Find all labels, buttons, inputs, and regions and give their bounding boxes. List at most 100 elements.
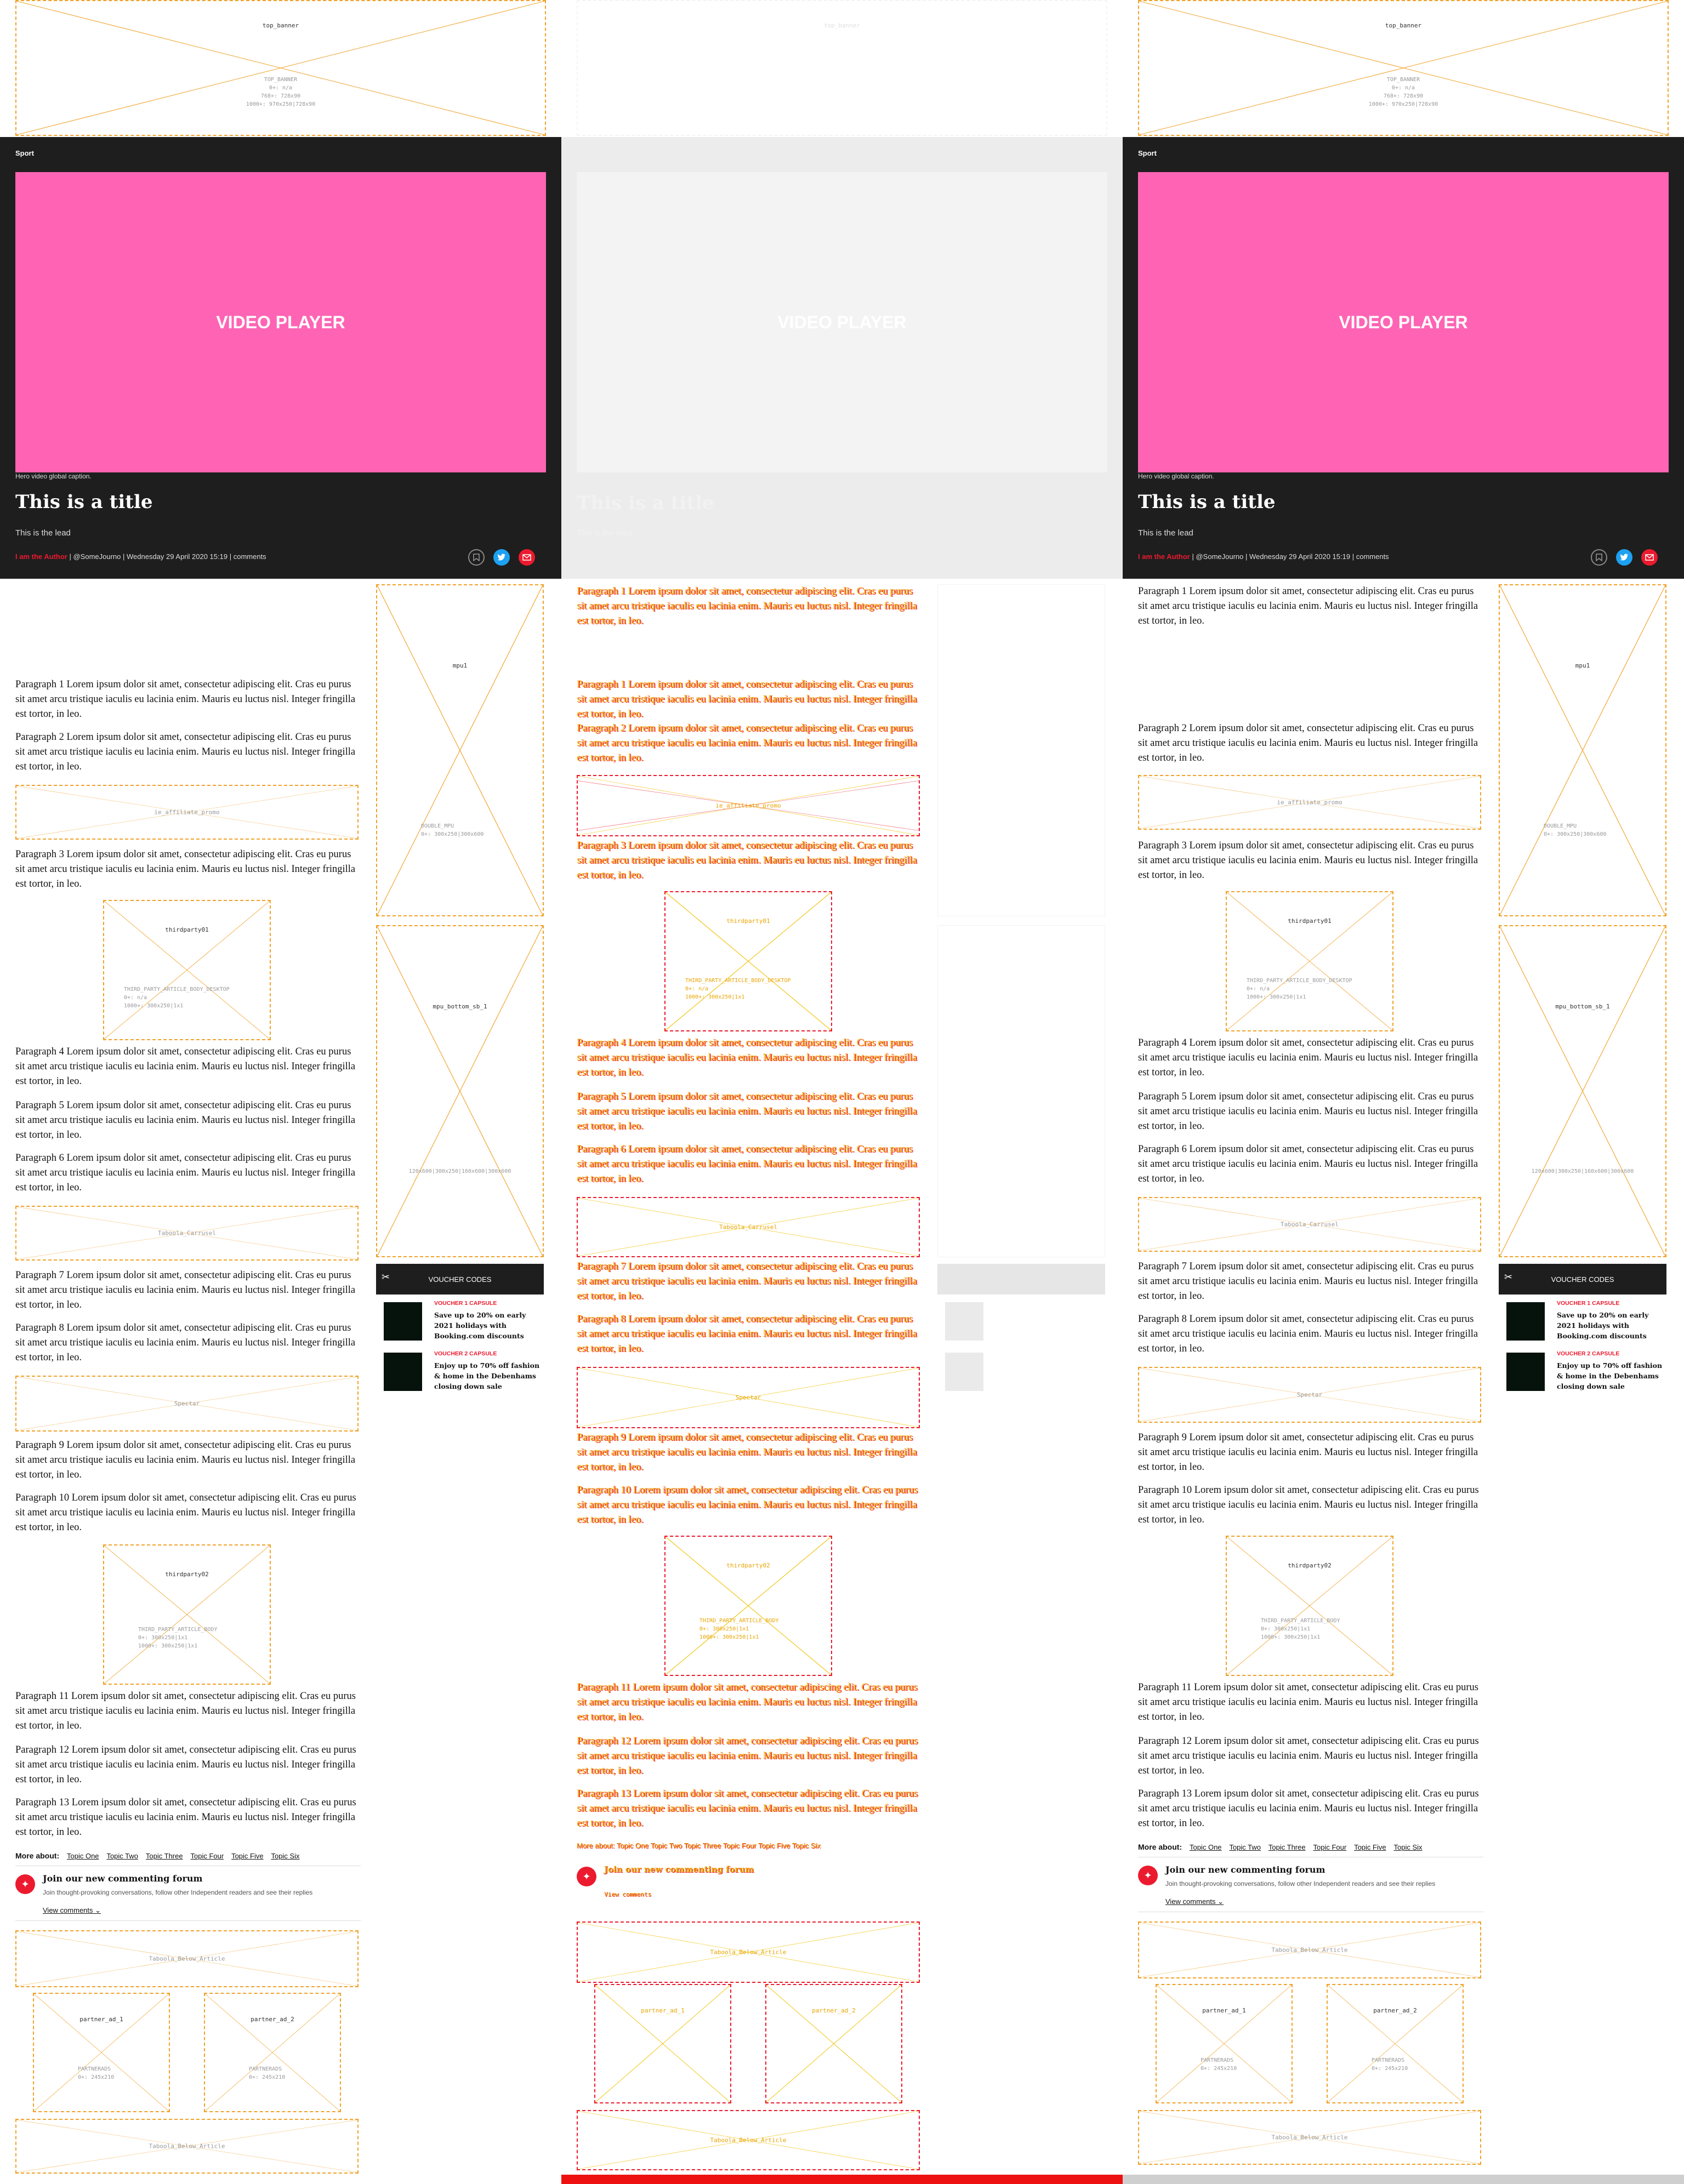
ad-taboola-below-article-2[interactable]: Taboola_Below_Article <box>1138 2110 1481 2165</box>
paragraph: Paragraph 5 Lorem ipsum dolor sit amet, … <box>1138 1091 1478 1132</box>
ad-taboola-below-2-diff: Taboola_Below_Article <box>577 2110 920 2170</box>
ad-top-banner[interactable]: top_banner TOP_BANNER 0+: n/a 768+: 728x… <box>1138 0 1669 136</box>
ad-mpu1[interactable]: mpu1 DOUBLE_MPU 0+: 300x250|300x600 <box>376 584 544 916</box>
paragraph: Paragraph 10 Lorem ipsum dolor sit amet,… <box>15 1492 356 1533</box>
twitter-icon[interactable] <box>1616 549 1632 566</box>
comments-link[interactable]: comments <box>234 552 266 561</box>
voucher-thumb-ghost <box>945 1353 983 1391</box>
ad-thirdparty01-diff: thirdparty01 THIRD_PARTY_ARTICLE_BODY_DE… <box>664 891 832 1031</box>
email-icon[interactable] <box>1641 549 1658 566</box>
author-link[interactable]: I am the Author <box>15 552 67 561</box>
ad-thirdparty02[interactable]: thirdparty02 THIRD_PARTY_ARTICLE_BODY 0+… <box>1226 1536 1393 1676</box>
email-icon[interactable] <box>519 549 535 566</box>
view-comments-button[interactable]: View comments ⌄ <box>43 1906 101 1915</box>
section-label[interactable]: Sport <box>15 149 34 157</box>
article-title: This is a title <box>1138 491 1276 513</box>
ad-slot-name: Taboola_Carrusel <box>719 1223 777 1231</box>
ad-slot-name: ie_affiliate_promo <box>1277 799 1342 806</box>
placeholder-cross-icon <box>595 1985 730 2102</box>
paragraph-diff: Paragraph 7 Lorem ipsum dolor sit amet, … <box>577 1261 917 1302</box>
topic-link[interactable]: Topic Five <box>1354 1843 1386 1851</box>
ad-partner-2[interactable]: partner_ad_2 PARTNERADS 0+: 245x210 <box>204 1993 341 2112</box>
placeholder-cross-icon <box>377 585 543 915</box>
ad-mpu-bottom-sb-1[interactable]: mpu_bottom_sb_1 120x600|300x250|160x600|… <box>376 925 544 1257</box>
comments-link[interactable]: comments <box>1356 552 1389 561</box>
topic-link[interactable]: Topic One <box>1190 1843 1222 1851</box>
topic-link[interactable]: Topic Three <box>146 1852 183 1860</box>
ad-slot-info: TOP_BANNER 0+: n/a 768+: 728x90 1000+: 9… <box>1368 77 1438 107</box>
ad-slot-info: THIRD_PARTY_ARTICLE_BODY 0+: 300x250|1x1… <box>1261 1618 1340 1640</box>
article-title: This is a title <box>15 491 153 513</box>
view-comments-button[interactable]: View comments ⌄ <box>1165 1897 1224 1906</box>
voucher-item[interactable]: VOUCHER 2 CAPSULE Enjoy up to 70% off fas… <box>1499 1347 1666 1394</box>
paragraph: Paragraph 1 Lorem ipsum dolor sit amet, … <box>15 679 356 720</box>
paragraph: Paragraph 6 Lorem ipsum dolor sit amet, … <box>1138 1144 1478 1184</box>
topic-link[interactable]: Topic Four <box>1313 1843 1346 1851</box>
topic-link[interactable]: Topic Six <box>1394 1843 1423 1851</box>
ad-slot-name: top_banner <box>823 22 861 29</box>
ad-taboola-carousel[interactable]: Taboola_Carrusel <box>1138 1197 1481 1252</box>
ad-taboola-below-diff: Taboola_Below_Article <box>577 1921 920 1983</box>
ad-partner-1[interactable]: partner_ad_1 PARTNERADS 0+: 245x210 <box>1156 1984 1293 2103</box>
ad-taboola-carousel[interactable]: Taboola_Carrusel <box>15 1206 359 1261</box>
ad-partner-2[interactable]: partner_ad_2 PARTNERADS 0+: 245x210 <box>1327 1984 1464 2103</box>
article-title-ghost: This is a title <box>577 492 714 514</box>
ad-thirdparty01[interactable]: thirdparty01 THIRD_PARTY_ARTICLE_BODY_DE… <box>1226 891 1393 1031</box>
forum-view-diff: View comments <box>604 1891 652 1898</box>
paragraph: Paragraph 13 Lorem ipsum dolor sit amet,… <box>1138 1788 1479 1829</box>
ad-spectar[interactable]: Spectar <box>15 1376 359 1432</box>
topic-link[interactable]: Topic Three <box>1268 1843 1306 1851</box>
ad-mpu-bottom-sb-1[interactable]: mpu_bottom_sb_1 120x600|300x250|160x600|… <box>1499 925 1666 1257</box>
video-player[interactable]: VIDEO PLAYER <box>15 172 546 472</box>
ad-thirdparty02[interactable]: thirdparty02 THIRD_PARTY_ARTICLE_BODY 0+… <box>103 1544 271 1685</box>
paragraph: Paragraph 11 Lorem ipsum dolor sit amet,… <box>15 1691 356 1731</box>
twitter-icon[interactable] <box>493 549 510 566</box>
ad-slot-name: partner_ad_2 <box>1373 2007 1417 2014</box>
ad-partner-1[interactable]: partner_ad_1 PARTNERADS 0+: 245x210 <box>33 1993 170 2112</box>
ad-taboola-below-article[interactable]: Taboola_Below_Article <box>15 1930 359 1987</box>
author-handle[interactable]: @SomeJourno <box>73 552 121 561</box>
ad-top-banner[interactable]: top_banner TOP_BANNER 0+: n/a 768+: 728x… <box>15 0 546 136</box>
paragraph-diff: Paragraph 2 Lorem ipsum dolor sit amet, … <box>577 723 917 763</box>
topic-link[interactable]: Topic Four <box>190 1852 224 1860</box>
topic-link[interactable]: Topic One <box>67 1852 99 1860</box>
placeholder-cross-icon <box>1500 926 1665 1256</box>
diff-indicator-bar <box>1123 2175 1684 2184</box>
section-label[interactable]: Sport <box>1138 149 1157 157</box>
author-handle[interactable]: @SomeJourno <box>1196 552 1243 561</box>
ad-affiliate-promo[interactable]: ie_affiliate_promo <box>15 785 359 840</box>
forum-title: Join our new commenting forum <box>43 1873 203 1884</box>
ad-slot-name: Taboola_Below_Article <box>710 1948 787 1956</box>
topic-link[interactable]: Topic Two <box>1229 1843 1261 1851</box>
voucher-codes-header: ✂ VOUCHER CODES <box>376 1264 544 1295</box>
ad-slot-name: top_banner <box>1385 22 1422 29</box>
ad-affiliate-promo[interactable]: ie_affiliate_promo <box>1138 775 1481 830</box>
bookmark-icon[interactable] <box>1591 549 1607 566</box>
paragraph: Paragraph 2 Lorem ipsum dolor sit amet, … <box>1138 723 1478 763</box>
ad-taboola-below-article[interactable]: Taboola_Below_Article <box>1138 1921 1481 1978</box>
paragraph: Paragraph 3 Lorem ipsum dolor sit amet, … <box>15 849 356 889</box>
placeholder-cross-icon <box>766 1985 901 2102</box>
topic-link[interactable]: Topic Five <box>231 1852 264 1860</box>
ad-thirdparty01[interactable]: thirdparty01 THIRD_PARTY_ARTICLE_BODY_DE… <box>103 900 271 1040</box>
author-link[interactable]: I am the Author <box>1138 552 1190 561</box>
voucher-item[interactable]: VOUCHER 1 CAPSULE Save up to 20% on early… <box>376 1297 544 1344</box>
ad-spectar[interactable]: Spectar <box>1138 1367 1481 1423</box>
ad-slot-name: mpu_bottom_sb_1 <box>1555 1003 1610 1010</box>
bookmark-icon[interactable] <box>468 549 485 566</box>
voucher-item[interactable]: VOUCHER 2 CAPSULE Enjoy up to 70% off fas… <box>376 1347 544 1394</box>
voucher-header-ghost <box>937 1264 1105 1295</box>
placeholder-cross-icon <box>1227 1537 1392 1675</box>
topic-link[interactable]: Topic Two <box>106 1852 138 1860</box>
topic-link[interactable]: Topic Six <box>271 1852 300 1860</box>
video-player[interactable]: VIDEO PLAYER <box>1138 172 1669 472</box>
voucher-item[interactable]: VOUCHER 1 CAPSULE Save up to 20% on early… <box>1499 1297 1666 1344</box>
more-about: More about: Topic One Topic Two Topic Th… <box>1138 1843 1423 1851</box>
ad-mpu1[interactable]: mpu1 DOUBLE_MPU 0+: 300x250|300x600 <box>1499 584 1666 916</box>
ad-slot-name: thirdparty02 <box>165 1571 209 1578</box>
paragraph: Paragraph 8 Lorem ipsum dolor sit amet, … <box>1138 1314 1478 1354</box>
ad-taboola-below-article-2[interactable]: Taboola_Below_Article <box>15 2119 359 2174</box>
placeholder-cross-icon <box>1500 585 1665 915</box>
ad-slot-info: 120x600|300x250|160x600|300x600 <box>1531 1168 1634 1174</box>
voucher-thumbnail <box>1506 1302 1545 1341</box>
